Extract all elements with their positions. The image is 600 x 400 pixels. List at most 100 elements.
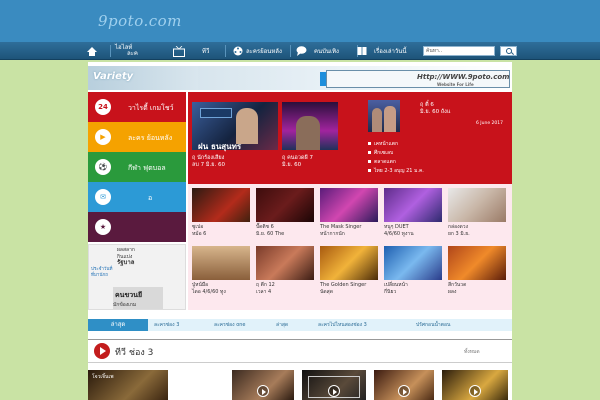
menu-item-label: วาไรตี้ เกมโชว์ (128, 104, 174, 112)
grid-thumb[interactable] (384, 188, 442, 222)
banner-url: Http://WWW.9poto.com (417, 73, 510, 81)
menu-item-label: กีฬา ฟุตบอล (128, 164, 166, 172)
nav-celebrity-label: คนบันเทิง (314, 48, 339, 55)
menu-item-star[interactable]: ★ (88, 212, 186, 242)
nav-separator (290, 45, 291, 57)
featured-caption: ฤ นักร้องเสียง ลบ 7 มิ.ย. 60 (192, 155, 225, 168)
menu-item-drama[interactable]: ▶ ละคร ย้อนหลัง (88, 122, 186, 152)
see-all-link[interactable]: ทั้งหมด (464, 348, 480, 356)
grid-caption: The Golden Singer นัดสุด (320, 282, 367, 295)
site-header: 9poto.com (0, 0, 600, 42)
list-item[interactable]: เคหน้าแตก (368, 140, 398, 148)
play-icon (328, 385, 340, 397)
video-thumb[interactable]: โจวเจิ้นเพ (88, 370, 168, 400)
grid-caption: ซูเปอ หม้อ 6 (192, 224, 207, 237)
featured-thumb-3[interactable] (368, 100, 400, 132)
book-icon (357, 47, 367, 55)
nav-separator (110, 45, 111, 57)
variety-banner: Variety Http://WWW.9poto.com Website For… (88, 66, 512, 90)
ad-image: คนขวนยี มักข้องเกม (113, 287, 163, 309)
nav-highlight-sub: ละค (127, 50, 138, 57)
menu-item-chat[interactable]: ✉ อ (88, 182, 186, 212)
video-thumb[interactable] (302, 370, 366, 400)
play-icon (398, 385, 410, 397)
tv-icon (173, 45, 185, 57)
list-item[interactable]: ศึกเซเลบ (368, 149, 393, 157)
featured-main-thumb[interactable]: ฝน ธนสุนทร (192, 102, 278, 151)
grid-caption: ปู่หน้มือ ไดอ 4/6/60 ทูง (192, 282, 226, 295)
menu-item-variety[interactable]: 24 วาไรตี้ เกมโชว์ (88, 92, 186, 122)
grid-thumb[interactable] (320, 188, 378, 222)
video-thumb-caption: โจวเจิ้นเพ (92, 374, 114, 380)
home-icon (87, 46, 97, 56)
featured-caption: ฤ คนอวดผี 7 มิ.ย. 60 (282, 155, 313, 168)
search-input[interactable]: ค้นหา.. (423, 46, 495, 56)
list-item[interactable]: ตลาดแตก (368, 158, 396, 166)
video-thumb[interactable] (232, 370, 294, 400)
nav-story[interactable]: เรื่องเล่าวันนี้ (357, 42, 406, 60)
grid-caption: เปลี่ยนหน้า กี่นิยว (384, 282, 408, 295)
grid-thumb[interactable] (448, 246, 506, 280)
featured-thumb-2[interactable] (282, 102, 338, 150)
grid-caption: สีกวันวด ผลง (448, 282, 467, 295)
featured-date: 6 June 2017 (476, 121, 503, 126)
nav-tv[interactable]: ทีวี (173, 42, 209, 60)
grid-thumb[interactable] (256, 188, 314, 222)
video-grid: ซูเปอ หม้อ 6 ปั๊ดติช 6 มิ.ย. 60 The The Ma… (188, 184, 512, 310)
grid-thumb[interactable] (256, 246, 314, 280)
football-icon: ⚽ (95, 159, 111, 175)
menu-item-label: ละคร ย้อนหลัง (128, 134, 173, 142)
tab-latest-2[interactable]: ล่าสุด (276, 319, 288, 331)
category-tabs: ล่าสุด ละครช่อง 3 ละครช่อง one ล่าสุด ละ… (88, 319, 512, 331)
search-icon (505, 48, 512, 54)
play-icon (469, 385, 481, 397)
banner-left-panel: Variety (88, 66, 198, 90)
banner-tagline: Website For Life (437, 82, 474, 87)
menu-item-sport[interactable]: ⚽ กีฬา ฟุตบอล (88, 152, 186, 182)
play-icon (257, 385, 269, 397)
nav-tv-label: ทีวี (202, 48, 210, 55)
chat-bubble-icon (296, 46, 307, 56)
video-thumb[interactable] (374, 370, 434, 400)
lottery-ad[interactable]: ผลสลาก กินแบ่ง รัฐบาล ประจำวันที่ ที่มาน… (88, 244, 186, 310)
featured-section: ฝน ธนสุนทร ฤ นักร้องเสียง ลบ 7 มิ.ย. 60 … (188, 92, 512, 184)
tab-other[interactable]: ปรัศกอนน้ำตอน (416, 319, 450, 331)
grid-thumb[interactable] (320, 246, 378, 280)
divider (88, 339, 512, 340)
banner-title: Variety (93, 71, 134, 82)
grid-caption: หนูๆ DUET 4/6/60 ทูงาน (384, 224, 414, 237)
tab-ch3-misc[interactable]: ละครไปไหนสองช่อง 3 (318, 319, 367, 331)
tab-ch3-drama[interactable]: ละครช่อง 3 (154, 319, 179, 331)
grid-thumb[interactable] (384, 246, 442, 280)
nav-home[interactable] (87, 42, 100, 60)
video-thumb[interactable] (442, 370, 508, 400)
menu-item-label: อ (148, 194, 153, 202)
grid-thumb[interactable] (192, 246, 250, 280)
grid-caption: กล่องดวง ยก 3 มิ.ย. (448, 224, 470, 237)
play-icon: ▶ (95, 129, 111, 145)
search-button[interactable] (500, 46, 517, 56)
nav-celebrity[interactable]: คนบันเทิง (296, 42, 339, 60)
grid-thumb[interactable] (192, 188, 250, 222)
nav-separator (225, 45, 226, 57)
featured-caption: ฤ ตี๋ 6 มิ.ย. 60 ถังแ (420, 102, 451, 115)
main-content: Variety Http://WWW.9poto.com Website For… (88, 62, 512, 400)
grid-caption: The Mask Singer หน้ากากนัก (320, 224, 362, 237)
grid-caption: ฤ ตีก 12 เวลา 4 (256, 282, 275, 295)
divider (88, 362, 512, 363)
tab-one-drama[interactable]: ละครช่อง one (214, 319, 246, 331)
clock-24-icon: 24 (95, 99, 111, 115)
nav-story-label: เรื่องเล่าวันนี้ (374, 48, 407, 55)
tab-latest[interactable]: ล่าสุด (88, 319, 148, 331)
nav-drama[interactable]: ละครย้อนหลัง (233, 42, 282, 60)
film-reel-icon (233, 46, 243, 56)
nav-drama-label: ละครย้อนหลัง (246, 48, 282, 55)
nav-highlight[interactable]: ไฮไลท์ ละค (115, 42, 138, 60)
featured-main-caption: ฝน ธนสุนทร (198, 142, 242, 151)
grid-thumb[interactable] (448, 188, 506, 222)
ad-line: มักข้องเกม (113, 302, 137, 308)
ad-line: รัฐบาล (117, 259, 135, 266)
site-logo[interactable]: 9poto.com (98, 12, 182, 30)
list-item[interactable]: ไทย 2-3 อบุญ 21 ม.ค. (368, 167, 424, 175)
chat-icon: ✉ (95, 189, 111, 205)
